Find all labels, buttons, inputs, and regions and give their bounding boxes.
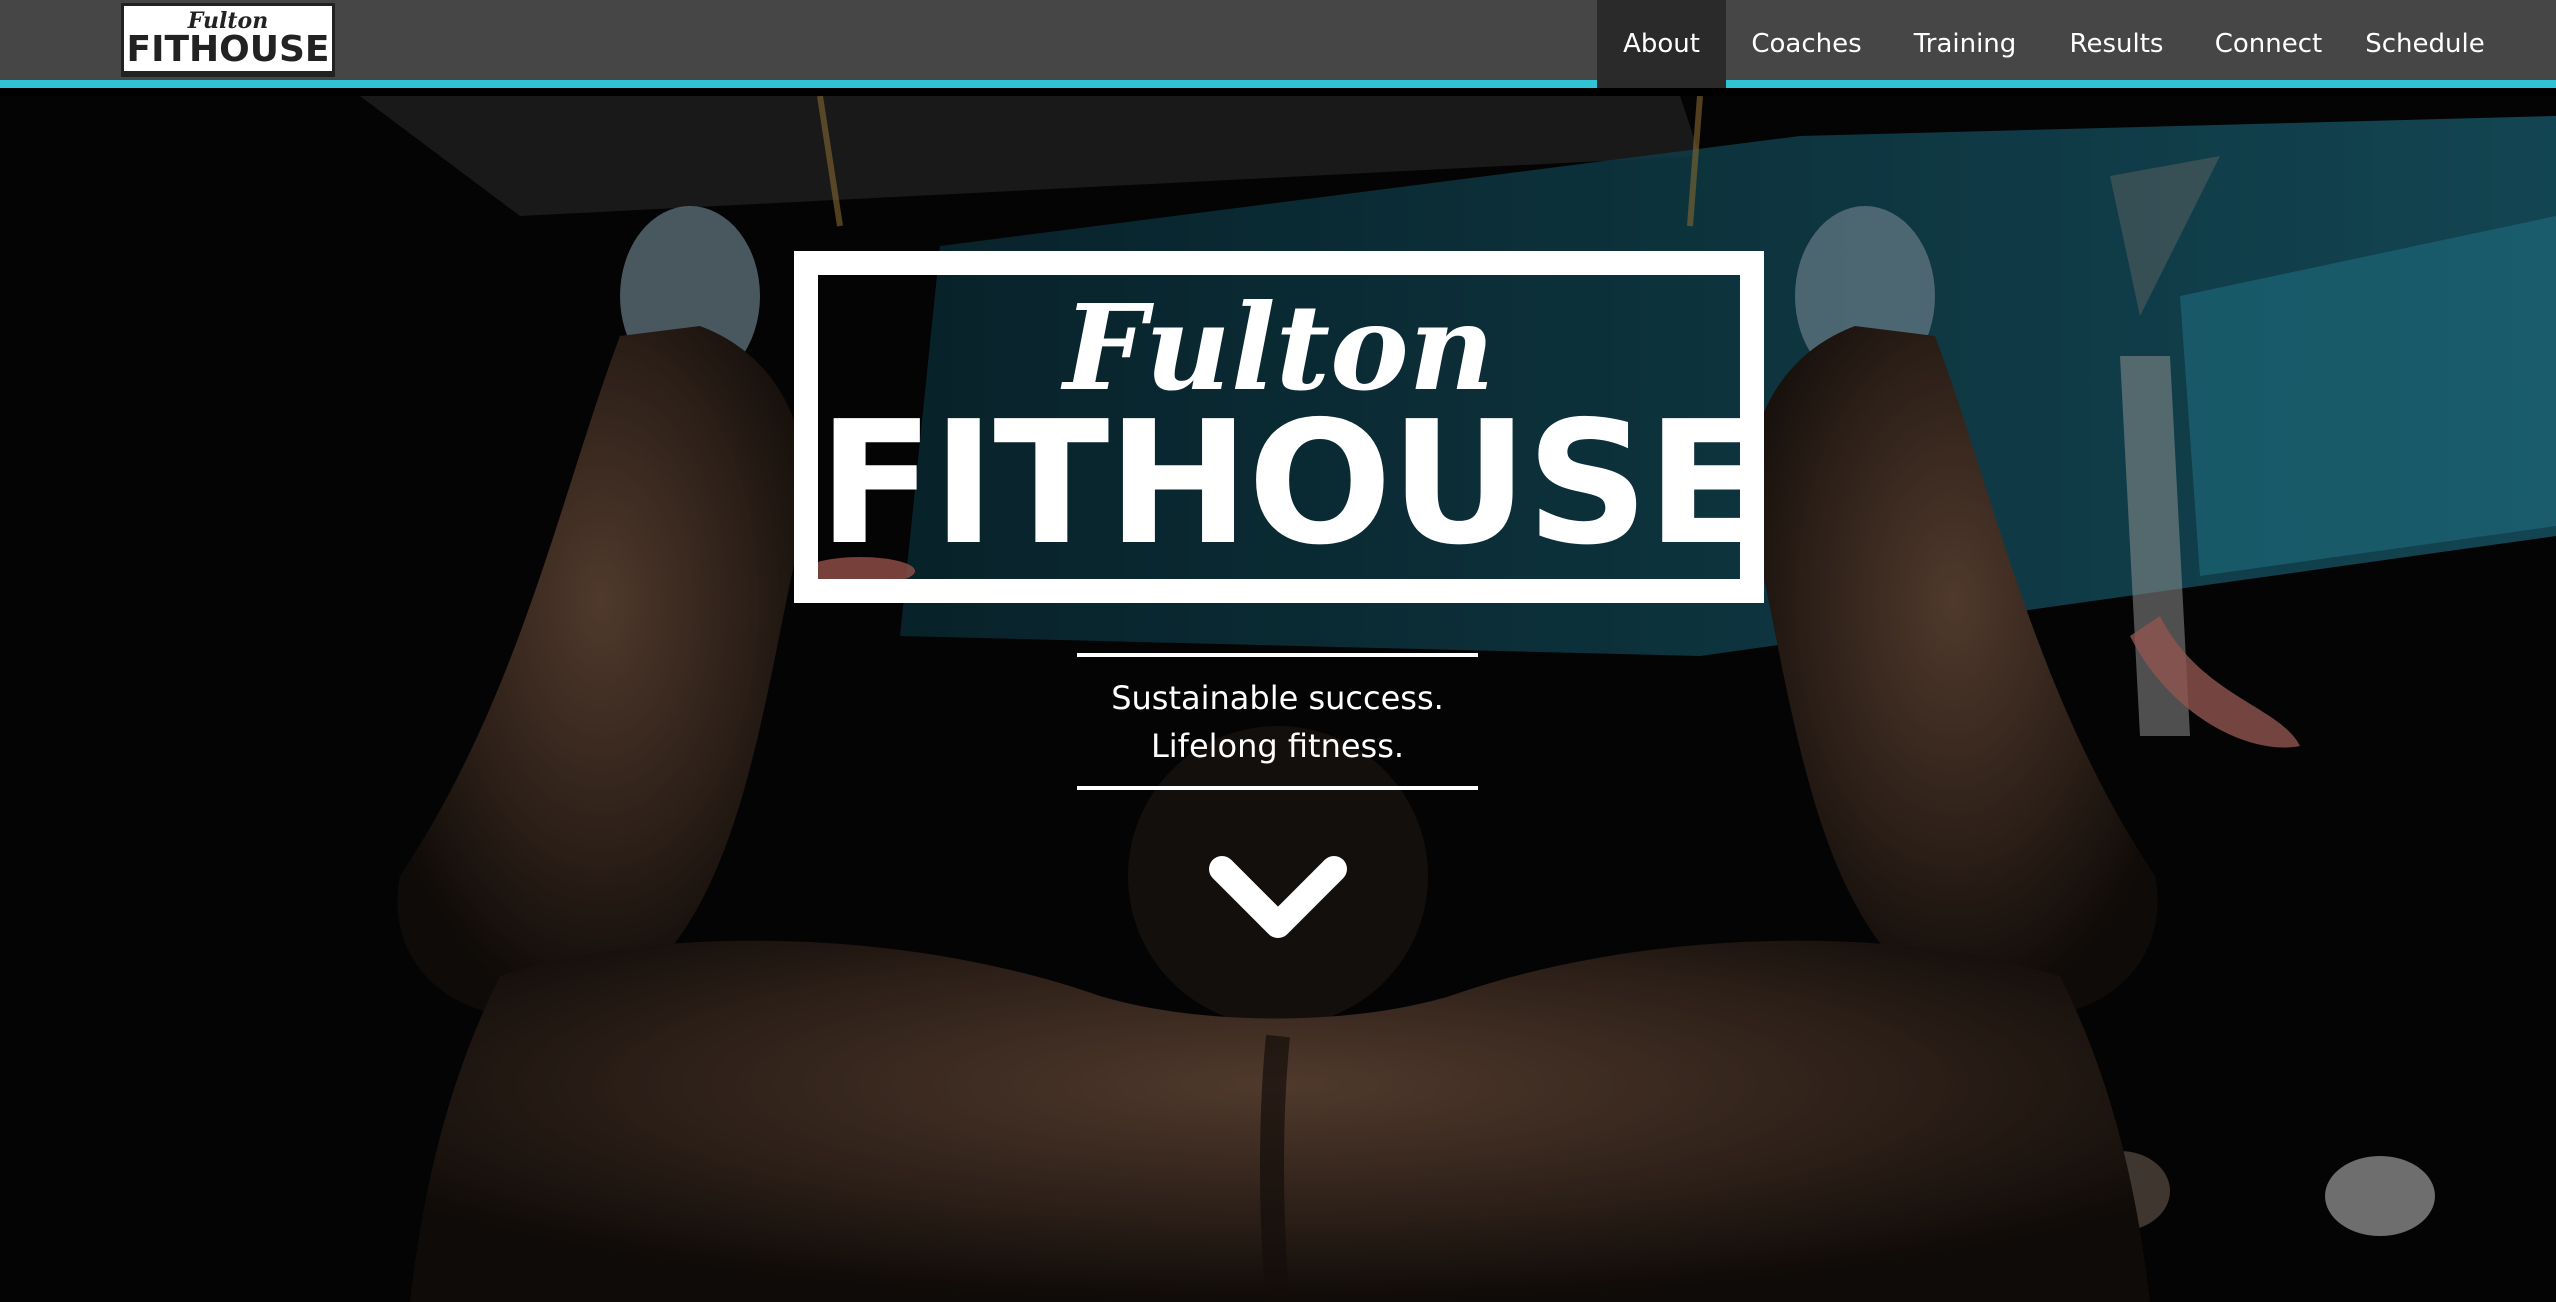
hero-logo: Fulton FITHOUSE — [794, 251, 1764, 603]
nav-logo-block: FITHOUSE — [126, 29, 330, 70]
tagline-line-1: Sustainable success. — [1111, 679, 1444, 717]
top-navigation-bar: Fulton FITHOUSE About Coaches Training R… — [0, 0, 2556, 88]
nav-item-coaches[interactable]: Coaches — [1726, 0, 1887, 88]
nav-item-connect[interactable]: Connect — [2190, 0, 2347, 88]
chevron-down-icon[interactable] — [1206, 853, 1350, 945]
nav-item-results[interactable]: Results — [2043, 0, 2190, 88]
nav-item-about[interactable]: About — [1597, 0, 1726, 88]
nav-logo[interactable]: Fulton FITHOUSE — [121, 3, 335, 77]
tagline-divider-bottom — [1077, 786, 1478, 790]
nav-item-schedule[interactable]: Schedule — [2347, 0, 2503, 88]
tagline-line-2: Lifelong fitness. — [1150, 727, 1405, 765]
hero-logo-block: FITHOUSE — [818, 385, 1763, 583]
nav-menu: About Coaches Training Results Connect S… — [1597, 0, 2556, 88]
tagline-divider-top — [1077, 653, 1478, 657]
nav-item-training[interactable]: Training — [1887, 0, 2043, 88]
hero-section: Fulton FITHOUSE Sustainable success. Lif… — [0, 96, 2556, 1302]
